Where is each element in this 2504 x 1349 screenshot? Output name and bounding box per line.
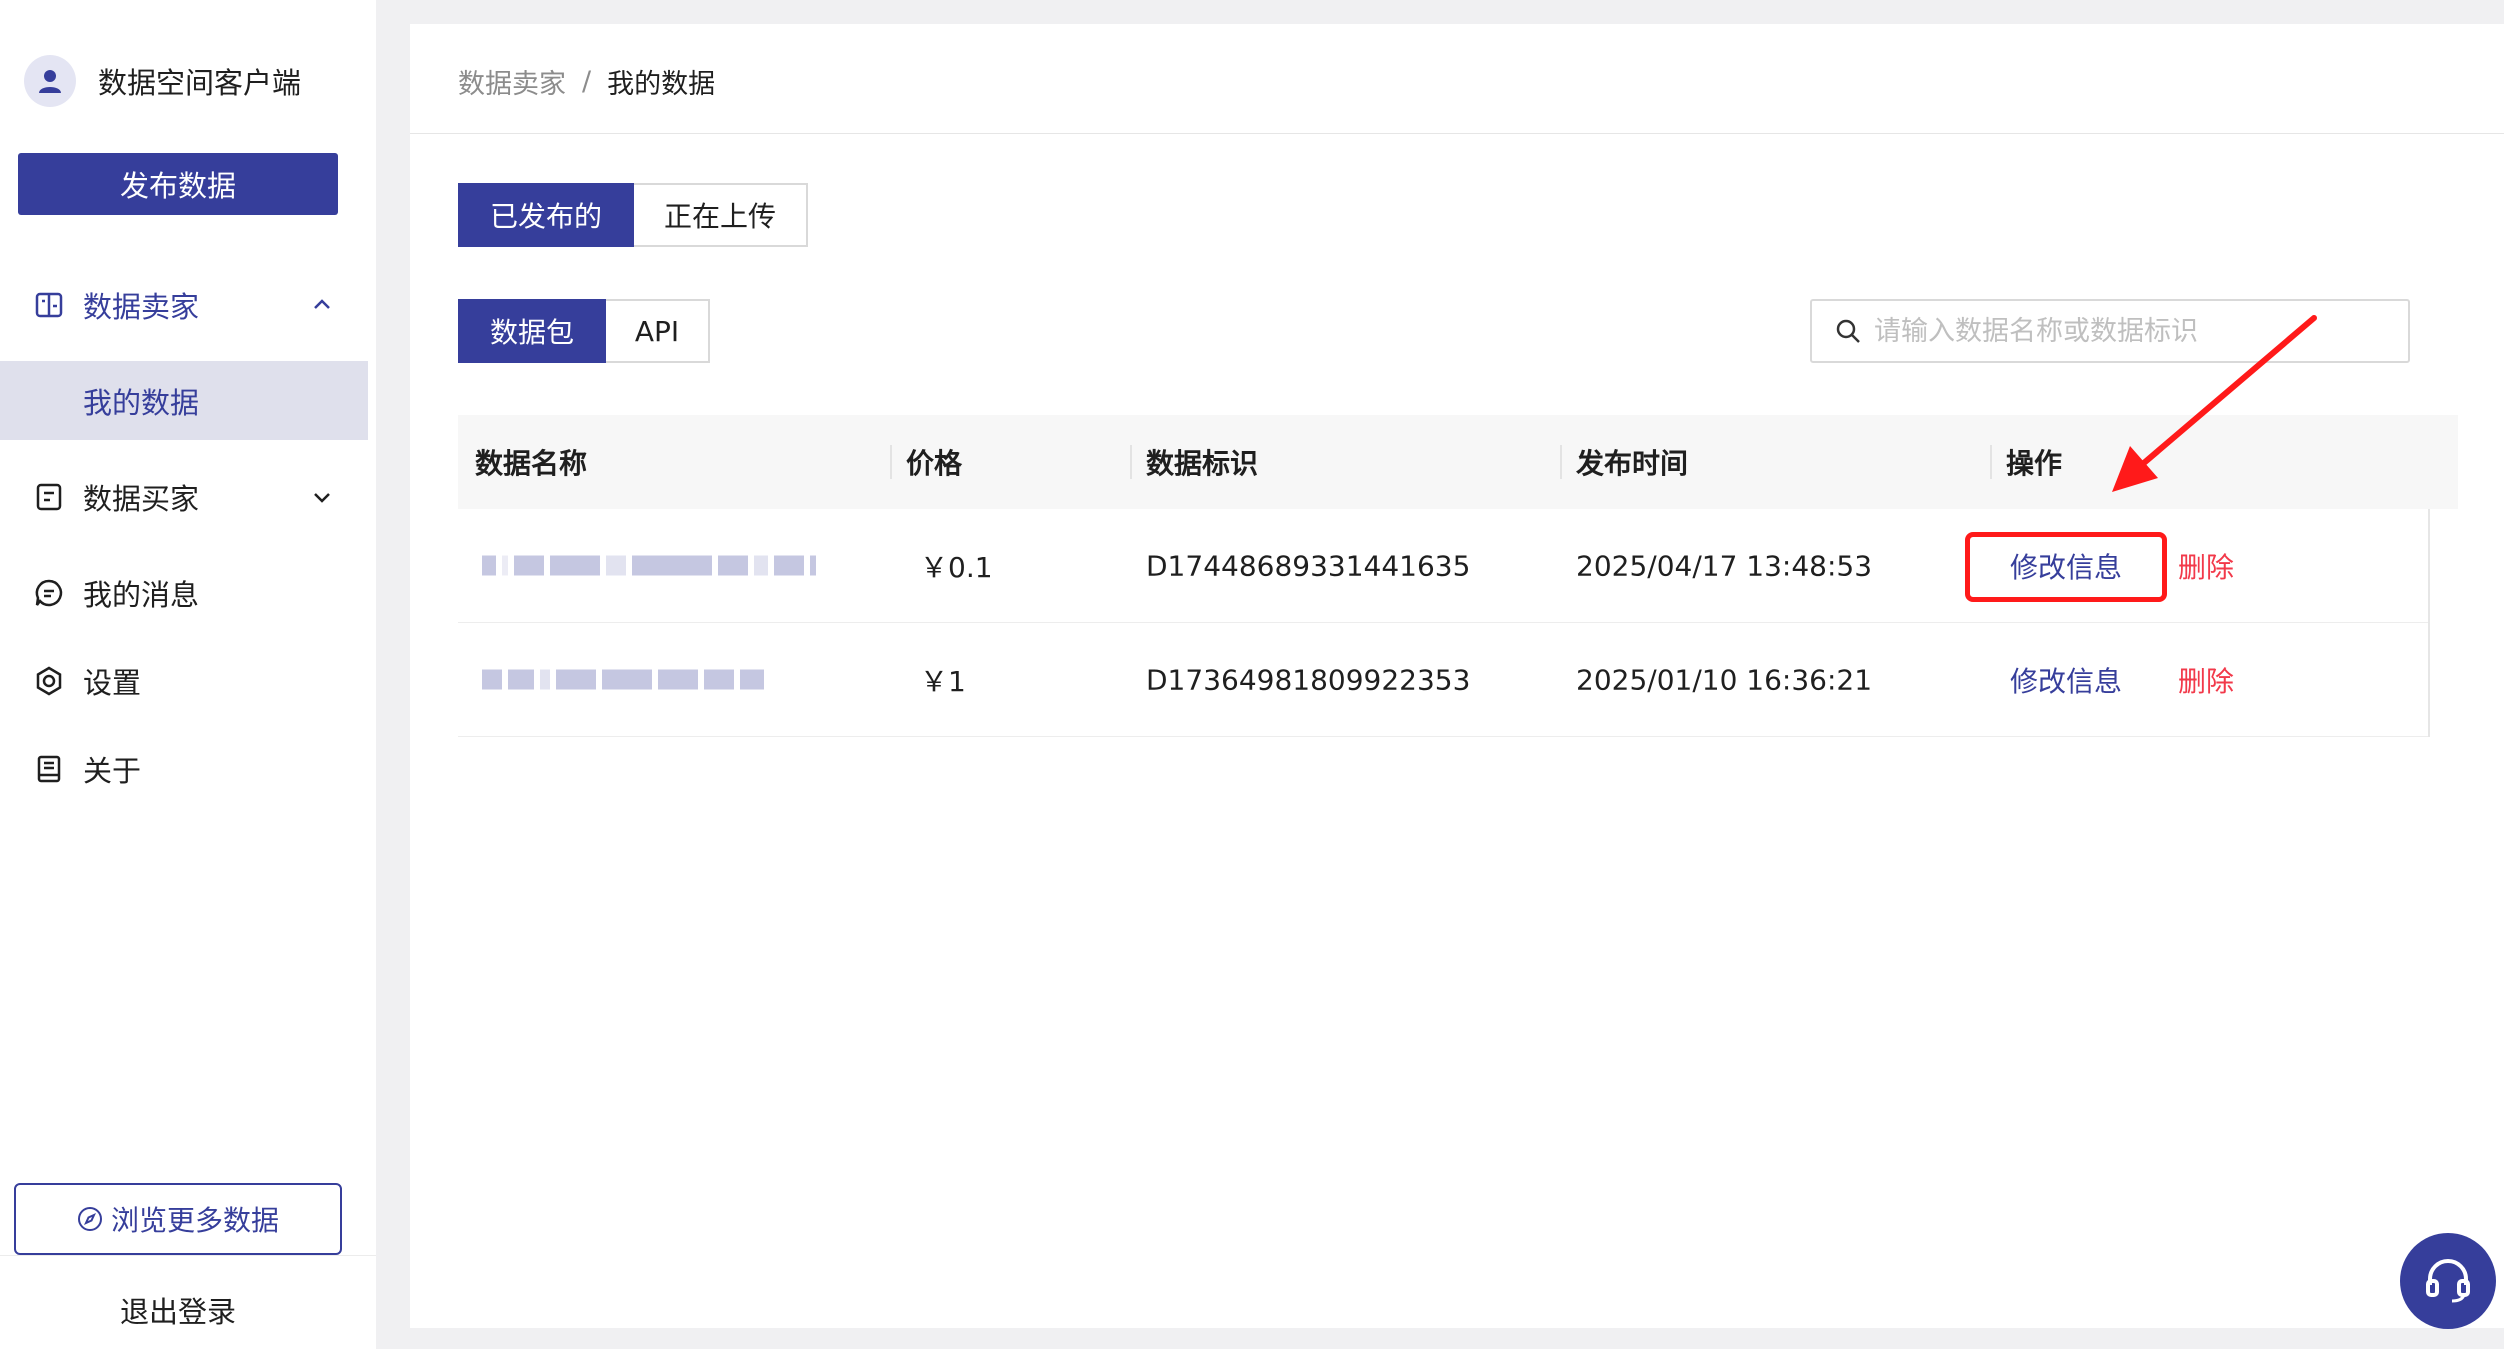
chevron-up-icon <box>314 299 330 309</box>
main-panel: 数据卖家 / 我的数据 已发布的 正在上传 数据包 API 数据名称 价格 数据… <box>410 24 2504 1328</box>
message-icon <box>35 579 63 607</box>
sidebar-item-label: 数据买家 <box>83 482 200 516</box>
customer-support-button[interactable] <box>2400 1233 2496 1329</box>
redacted-name <box>482 550 816 580</box>
user-avatar-icon[interactable] <box>24 55 76 107</box>
buyer-icon <box>36 483 62 511</box>
data-name-cell[interactable] <box>482 663 764 696</box>
data-id-cell: D17364981809922353 <box>1146 663 1471 696</box>
sidebar-divider <box>0 1255 376 1256</box>
column-header-price: 价格 <box>906 447 963 480</box>
compass-icon <box>77 1207 102 1231</box>
sidebar-item-label: 我的消息 <box>83 578 200 612</box>
edit-info-link[interactable]: 修改信息 <box>2010 660 2122 700</box>
table-scrollbar[interactable] <box>2428 509 2458 737</box>
column-divider <box>1990 445 1992 479</box>
logout-button[interactable]: 退出登录 <box>0 1280 356 1340</box>
column-header-id: 数据标识 <box>1146 447 1259 480</box>
column-header-name: 数据名称 <box>475 447 588 480</box>
price-cell: ￥1 <box>920 664 966 698</box>
type-tab-group: 数据包 API <box>458 299 710 363</box>
column-divider <box>1560 445 1562 479</box>
table-row: ￥1 D17364981809922353 2025/01/10 16:36:2… <box>458 623 2428 737</box>
data-name-cell[interactable] <box>482 549 816 582</box>
annotation-arrow <box>2112 315 2317 492</box>
tab-data-package[interactable]: 数据包 <box>458 299 606 363</box>
browse-more-data-button[interactable]: 浏览更多数据 <box>14 1183 342 1255</box>
headset-icon <box>2426 1259 2470 1303</box>
tab-uploading[interactable]: 正在上传 <box>634 183 808 247</box>
publish-time-cell: 2025/04/17 13:48:53 <box>1576 549 1873 582</box>
publish-time-cell: 2025/01/10 16:36:21 <box>1576 663 1873 696</box>
price-cell: ￥0.1 <box>920 550 993 584</box>
delete-link[interactable]: 删除 <box>2178 546 2234 586</box>
app-title: 数据空间客户端 <box>98 66 302 100</box>
book-icon <box>37 755 61 783</box>
sidebar-item-label: 数据卖家 <box>83 290 200 324</box>
page-header: 数据卖家 / 我的数据 <box>410 24 2504 134</box>
sidebar-item-label: 关于 <box>83 754 142 788</box>
search-icon <box>1836 319 1860 343</box>
highlight-box <box>1965 532 2167 602</box>
seller-icon <box>35 292 63 318</box>
sidebar-item-label: 设置 <box>83 666 142 700</box>
gear-icon <box>36 666 62 696</box>
redacted-name <box>482 664 764 694</box>
sidebar-item-data-buyer[interactable]: 数据买家 <box>0 457 376 537</box>
data-id-cell: D17448689331441635 <box>1146 549 1471 582</box>
browse-more-label: 浏览更多数据 <box>110 1204 279 1237</box>
tab-published[interactable]: 已发布的 <box>458 183 634 247</box>
column-header-actions: 操作 <box>2006 447 2063 480</box>
breadcrumb-separator: / <box>582 66 592 97</box>
sidebar-item-settings[interactable]: 设置 <box>0 641 376 721</box>
tab-api[interactable]: API <box>606 299 710 363</box>
chevron-down-icon <box>314 493 330 503</box>
delete-link[interactable]: 删除 <box>2178 660 2234 700</box>
breadcrumb-parent[interactable]: 数据卖家 <box>458 62 566 101</box>
publish-data-button[interactable]: 发布数据 <box>18 153 338 215</box>
column-header-time: 发布时间 <box>1576 447 1689 480</box>
sidebar: 数据空间客户端 发布数据 数据卖家 我的数据 数据买家 我的消息 设置 关于 浏… <box>0 0 376 1349</box>
status-tab-group: 已发布的 正在上传 <box>458 183 808 247</box>
sidebar-item-data-seller[interactable]: 数据卖家 <box>0 265 376 345</box>
sidebar-item-my-data[interactable]: 我的数据 <box>0 361 368 440</box>
sidebar-item-about[interactable]: 关于 <box>0 729 376 809</box>
column-divider <box>1130 445 1132 479</box>
column-divider <box>890 445 892 479</box>
sidebar-item-label: 我的数据 <box>83 385 200 420</box>
breadcrumb: 数据卖家 / 我的数据 <box>458 62 715 101</box>
brand: 数据空间客户端 <box>24 55 301 107</box>
breadcrumb-current: 我的数据 <box>607 69 716 100</box>
sidebar-item-messages[interactable]: 我的消息 <box>0 553 376 633</box>
